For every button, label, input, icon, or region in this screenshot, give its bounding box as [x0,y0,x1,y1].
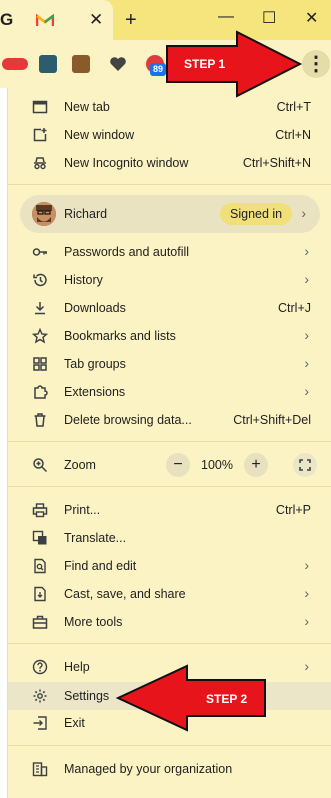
chevron-right-icon: › [304,355,309,371]
zoom-icon [33,458,48,473]
tab-groups-icon [33,357,47,371]
bookmark-icon[interactable] [2,58,28,70]
fullscreen-icon [299,459,311,471]
chevron-right-icon: › [304,383,309,399]
heart-icon[interactable] [109,55,127,73]
new-tab-icon [32,100,48,114]
cast-icon [34,586,46,602]
more-menu-button[interactable]: ⋮ [302,50,330,78]
menu-item-find-edit[interactable]: Find and edit › [8,552,331,580]
gear-icon [33,689,47,703]
download-icon [35,302,45,315]
signed-in-badge: Signed in [220,203,293,225]
building-icon [32,762,48,777]
step1-label: STEP 1 [184,57,226,71]
translate-icon [32,530,47,545]
menu-item-delete-data[interactable]: Delete browsing data... Ctrl+Shift+Del [8,406,331,434]
menu-divider [8,745,331,746]
menu-item-translate[interactable]: Translate... [8,524,331,552]
chevron-right-icon: › [304,613,309,629]
history-icon [33,273,47,287]
menu-item-incognito[interactable]: New Incognito window Ctrl+Shift+N [8,149,331,177]
menu-divider [8,184,331,185]
menu-divider [8,486,331,487]
bookmark-icon[interactable] [39,55,57,73]
avatar [32,202,56,226]
chevron-right-icon: › [301,205,306,221]
menu-item-downloads[interactable]: Downloads Ctrl+J [8,294,331,322]
notification-badge: 89 [150,63,166,76]
toolbox-icon [32,615,48,629]
step2-label: STEP 2 [206,692,248,706]
help-icon [32,659,48,675]
zoom-in-button[interactable]: + [244,453,268,477]
profile-row[interactable]: Richard Signed in › [20,195,320,233]
menu-divider [8,643,331,644]
menu-item-cast[interactable]: Cast, save, and share › [8,580,331,608]
trash-icon [34,413,46,427]
tab-title: G [0,10,14,29]
find-icon [34,558,46,574]
chevron-right-icon: › [304,557,309,573]
exit-icon [33,716,47,730]
star-icon [32,328,48,344]
incognito-icon [34,157,46,170]
profile-name: Richard [64,207,108,221]
chevron-right-icon: › [304,327,309,343]
bookmark-icon[interactable] [72,55,90,73]
active-tab[interactable]: G ✕ [0,0,113,40]
menu-divider [8,441,331,442]
printer-icon [32,503,48,518]
menu-item-tab-groups[interactable]: Tab groups › [8,350,331,378]
new-window-icon [33,128,47,142]
chevron-right-icon: › [304,243,309,259]
minimize-button[interactable]: — [218,8,234,26]
fullscreen-button[interactable] [293,453,317,477]
menu-item-more-tools[interactable]: More tools › [8,608,331,636]
puzzle-icon [34,385,48,399]
menu-item-history[interactable]: History › [8,266,331,294]
menu-item-bookmarks[interactable]: Bookmarks and lists › [8,322,331,350]
new-tab-button[interactable]: + [125,9,137,32]
gmail-icon [36,13,54,26]
key-icon [32,248,47,256]
tab-close-icon[interactable]: ✕ [89,10,103,30]
menu-item-managed[interactable]: Managed by your organization [8,755,331,783]
menu-item-new-window[interactable]: New window Ctrl+N [8,121,331,149]
chevron-right-icon: › [304,658,309,674]
maximize-button[interactable]: ☐ [262,8,276,28]
menu-item-print[interactable]: Print... Ctrl+P [8,496,331,524]
chevron-right-icon: › [304,585,309,601]
menu-item-extensions[interactable]: Extensions › [8,378,331,406]
menu-item-passwords[interactable]: Passwords and autofill › [8,238,331,266]
zoom-level: 100% [201,458,233,472]
chevron-right-icon: › [304,271,309,287]
zoom-out-button[interactable]: − [166,453,190,477]
page-edge [0,88,8,798]
window-close-button[interactable]: ✕ [305,8,318,28]
